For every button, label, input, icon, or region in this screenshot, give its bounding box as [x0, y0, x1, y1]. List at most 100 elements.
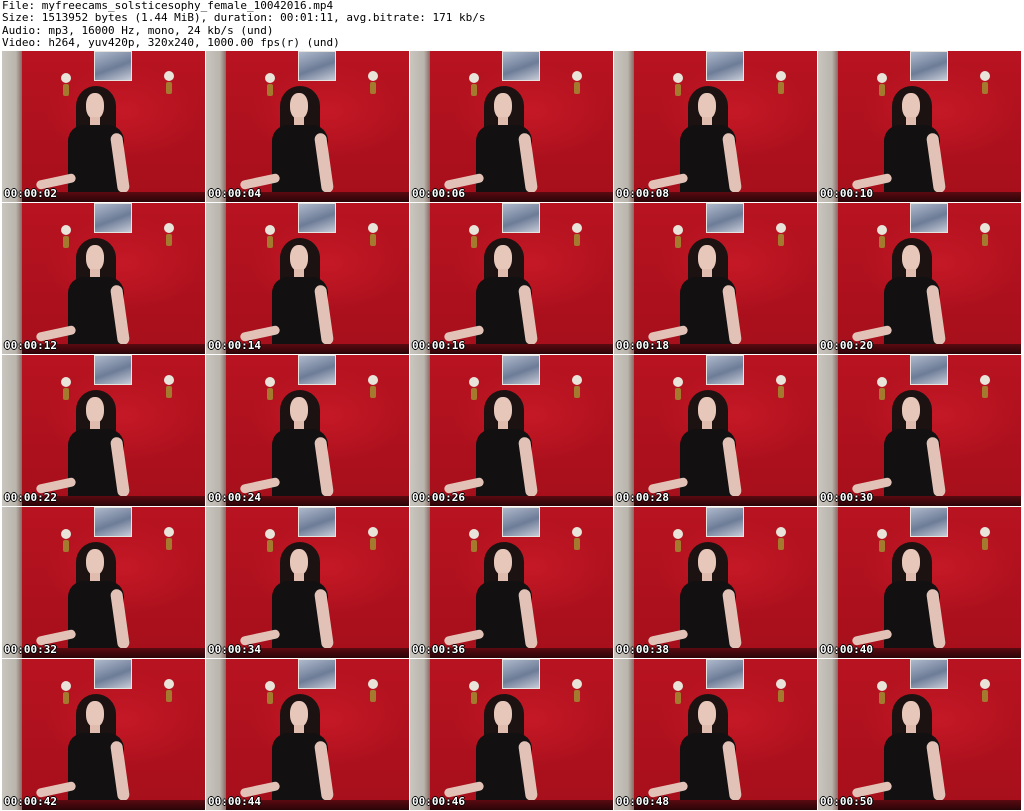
- video-frame-thumbnail: 00:00:24: [206, 355, 409, 506]
- wall-edge: [410, 355, 430, 506]
- wall-poster: [298, 355, 336, 385]
- video-frame-thumbnail: 00:00:12: [2, 203, 205, 354]
- wall-sconce-left: [673, 681, 683, 707]
- wall-sconce-right: [164, 71, 174, 97]
- wall-sconce-right: [164, 527, 174, 553]
- wall-edge: [206, 355, 226, 506]
- video-frame-thumbnail: 00:00:16: [410, 203, 613, 354]
- video-frame-thumbnail: 00:00:44: [206, 659, 409, 810]
- wall-sconce-left: [469, 225, 479, 251]
- file-size-line: Size: 1513952 bytes (1.44 MiB), duration…: [2, 11, 486, 25]
- wall-edge: [818, 507, 838, 658]
- person-face: [290, 549, 308, 575]
- frame-timestamp: 00:00:38: [616, 643, 669, 656]
- wall-sconce-right: [164, 679, 174, 705]
- frame-timestamp: 00:00:20: [820, 339, 873, 352]
- person-face: [86, 701, 104, 727]
- frame-timestamp: 00:00:10: [820, 187, 873, 200]
- frame-timestamp: 00:00:34: [208, 643, 261, 656]
- wall-sconce-left: [877, 225, 887, 251]
- frame-timestamp: 00:00:02: [4, 187, 57, 200]
- wall-sconce-right: [368, 375, 378, 401]
- wall-sconce-left: [61, 681, 71, 707]
- wall-sconce-left: [265, 377, 275, 403]
- person-face: [902, 245, 920, 271]
- wall-poster: [706, 659, 744, 689]
- frame-timestamp: 00:00:04: [208, 187, 261, 200]
- wall-poster: [502, 507, 540, 537]
- wall-sconce-right: [980, 527, 990, 553]
- video-frame-thumbnail: 00:00:28: [614, 355, 817, 506]
- person-face: [698, 397, 716, 423]
- wall-sconce-left: [469, 529, 479, 555]
- video-info-line: Video: h264, yuv420p, 320x240, 1000.00 f…: [2, 36, 340, 50]
- frame-timestamp: 00:00:32: [4, 643, 57, 656]
- person-face: [290, 245, 308, 271]
- wall-edge: [614, 203, 634, 354]
- video-frame-thumbnail: 00:00:32: [2, 507, 205, 658]
- wall-poster: [910, 355, 948, 385]
- video-frame-thumbnail: 00:00:42: [2, 659, 205, 810]
- wall-poster: [706, 507, 744, 537]
- person-face: [86, 93, 104, 119]
- wall-poster: [298, 507, 336, 537]
- person-face: [290, 93, 308, 119]
- wall-sconce-right: [776, 375, 786, 401]
- person-face: [494, 245, 512, 271]
- video-frame-thumbnail: 00:00:30: [818, 355, 1021, 506]
- wall-sconce-left: [877, 73, 887, 99]
- frame-timestamp: 00:00:30: [820, 491, 873, 504]
- wall-sconce-right: [572, 375, 582, 401]
- wall-sconce-right: [368, 679, 378, 705]
- video-frame-thumbnail: 00:00:34: [206, 507, 409, 658]
- wall-edge: [206, 659, 226, 810]
- file-info-header: File: myfreecams_solsticesophy_female_10…: [2, 0, 1022, 50]
- frame-timestamp: 00:00:18: [616, 339, 669, 352]
- wall-sconce-left: [61, 225, 71, 251]
- frame-timestamp: 00:00:28: [616, 491, 669, 504]
- person-face: [494, 549, 512, 575]
- wall-edge: [206, 203, 226, 354]
- wall-sconce-left: [469, 377, 479, 403]
- frame-timestamp: 00:00:26: [412, 491, 465, 504]
- wall-edge: [2, 51, 22, 202]
- person-face: [698, 93, 716, 119]
- wall-sconce-right: [164, 223, 174, 249]
- wall-poster: [502, 355, 540, 385]
- person-face: [698, 245, 716, 271]
- person-face: [902, 701, 920, 727]
- wall-sconce-left: [265, 529, 275, 555]
- wall-sconce-right: [980, 375, 990, 401]
- person-face: [86, 549, 104, 575]
- frame-timestamp: 00:00:08: [616, 187, 669, 200]
- wall-sconce-left: [265, 225, 275, 251]
- wall-poster: [94, 203, 132, 233]
- wall-sconce-left: [877, 681, 887, 707]
- wall-edge: [614, 507, 634, 658]
- frame-timestamp: 00:00:42: [4, 795, 57, 808]
- wall-poster: [94, 51, 132, 81]
- wall-sconce-right: [368, 223, 378, 249]
- wall-sconce-left: [877, 529, 887, 555]
- wall-edge: [410, 659, 430, 810]
- video-frame-thumbnail: 00:00:20: [818, 203, 1021, 354]
- wall-poster: [94, 355, 132, 385]
- wall-edge: [206, 507, 226, 658]
- person-face: [494, 397, 512, 423]
- wall-poster: [502, 203, 540, 233]
- frame-timestamp: 00:00:22: [4, 491, 57, 504]
- video-frame-thumbnail: 00:00:06: [410, 51, 613, 202]
- person-face: [698, 549, 716, 575]
- frame-timestamp: 00:00:46: [412, 795, 465, 808]
- wall-edge: [614, 355, 634, 506]
- person-face: [494, 701, 512, 727]
- wall-edge: [410, 507, 430, 658]
- wall-sconce-left: [673, 225, 683, 251]
- frame-timestamp: 00:00:06: [412, 187, 465, 200]
- wall-sconce-right: [980, 71, 990, 97]
- wall-poster: [502, 51, 540, 81]
- video-frame-thumbnail: 00:00:46: [410, 659, 613, 810]
- wall-edge: [206, 51, 226, 202]
- video-frame-thumbnail: 00:00:18: [614, 203, 817, 354]
- wall-poster: [502, 659, 540, 689]
